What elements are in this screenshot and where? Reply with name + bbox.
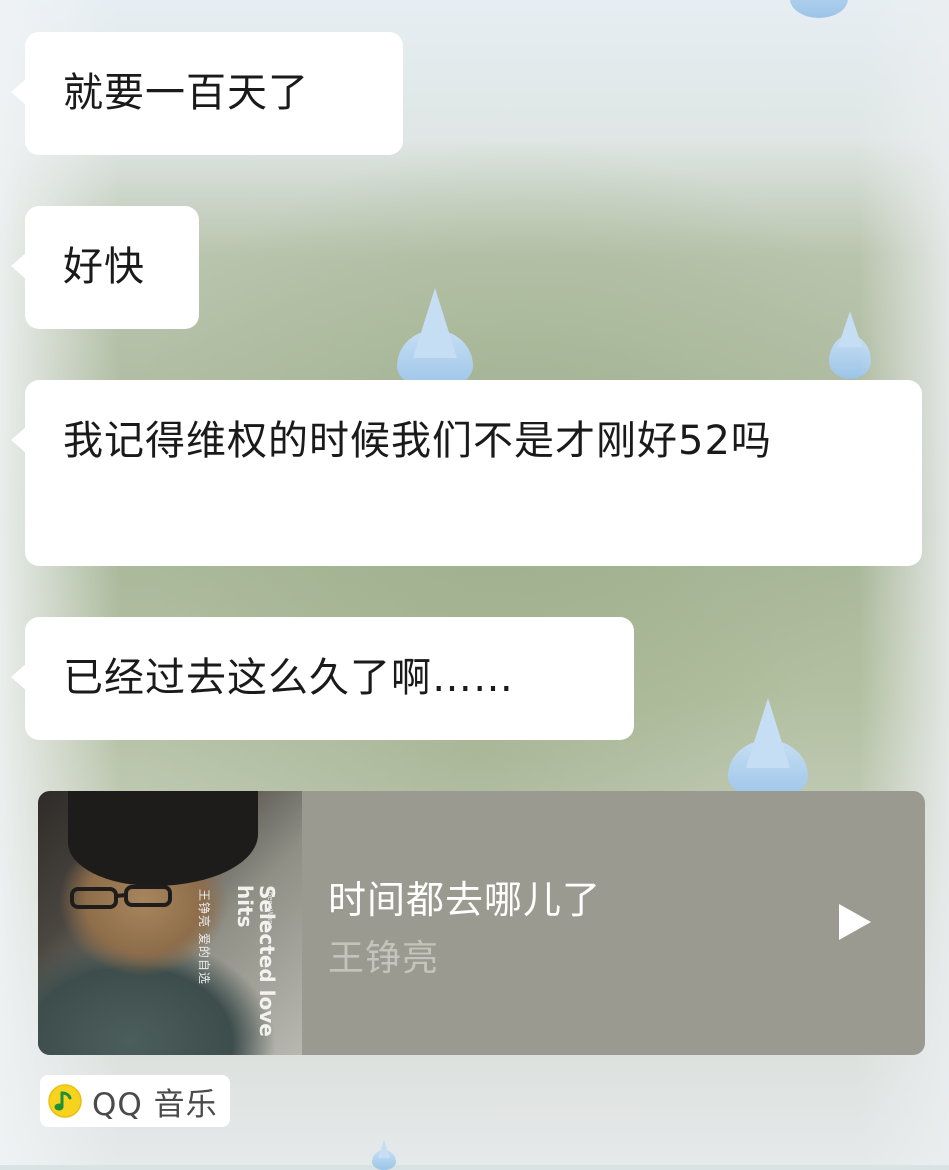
song-title: 时间都去哪儿了 bbox=[328, 878, 602, 922]
chat-message-bubble[interactable]: 就要一百天了 bbox=[11, 32, 403, 155]
album-cover: 王铮亮 爱的自选 Selected love hits ZhengWang bbox=[38, 791, 302, 1055]
qq-music-icon bbox=[48, 1084, 82, 1118]
album-cover-cn-text: 王铮亮 爱的自选 bbox=[197, 889, 211, 985]
message-text: 已经过去这么久了啊…… bbox=[63, 655, 514, 701]
raindrop-decoration bbox=[372, 1150, 396, 1170]
album-cover-glasses bbox=[70, 885, 172, 909]
music-source-label: QQ 音乐 bbox=[92, 1086, 218, 1123]
music-source-tag[interactable]: QQ 音乐 bbox=[40, 1075, 230, 1127]
chat-message-bubble[interactable]: 我记得维权的时候我们不是才刚好52吗 bbox=[11, 380, 922, 566]
chat-message-bubble[interactable]: 好快 bbox=[11, 206, 199, 329]
play-icon[interactable] bbox=[835, 901, 875, 943]
message-text: 就要一百天了 bbox=[63, 70, 309, 116]
song-artist: 王铮亮 bbox=[328, 938, 440, 979]
message-text: 我记得维权的时候我们不是才刚好52吗 bbox=[63, 418, 772, 464]
music-share-card[interactable]: 王铮亮 爱的自选 Selected love hits ZhengWang 时间… bbox=[38, 791, 925, 1055]
song-info: 时间都去哪儿了 王铮亮 bbox=[302, 791, 925, 1055]
raindrop-decoration bbox=[829, 335, 871, 379]
chat-message-bubble[interactable]: 已经过去这么久了啊…… bbox=[11, 617, 634, 740]
raindrop-decoration bbox=[790, 0, 848, 18]
album-cover-en-line2: hits bbox=[233, 885, 257, 928]
message-text: 好快 bbox=[63, 244, 145, 290]
album-cover-portrait bbox=[68, 791, 258, 886]
album-cover-artist-text: ZhengWang bbox=[266, 887, 274, 930]
